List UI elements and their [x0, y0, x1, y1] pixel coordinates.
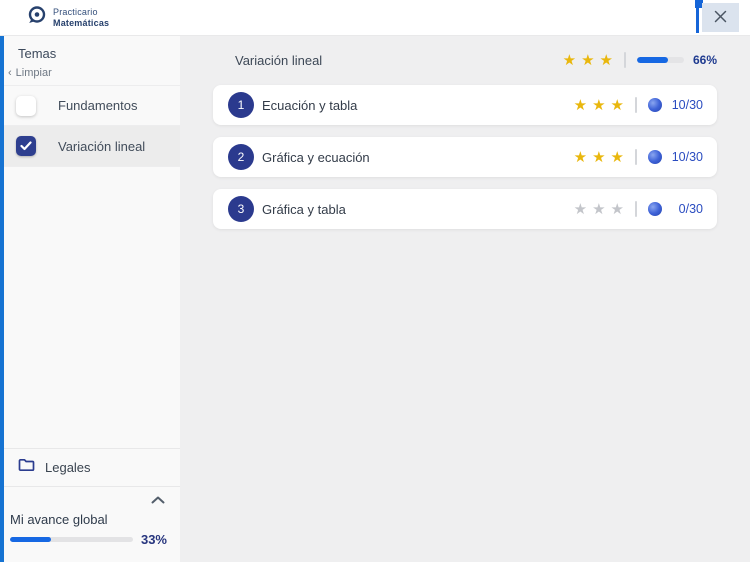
- star-icon: ★: [592, 98, 605, 113]
- lesson-card-grafica-y-tabla[interactable]: 3 Gráfica y tabla ★ ★ ★ 0/30: [213, 189, 717, 229]
- topic-label: Fundamentos: [58, 98, 138, 113]
- sidebar-item-fundamentos[interactable]: Fundamentos: [4, 85, 180, 126]
- clear-filters-label: Limpiar: [16, 67, 52, 79]
- coin-icon: [648, 202, 662, 216]
- variacion-lineal-checkbox[interactable]: [16, 136, 36, 156]
- lesson-card-grafica-y-ecuacion[interactable]: 2 Gráfica y ecuación ★ ★ ★ 10/30: [213, 137, 717, 177]
- sidebar-title: Temas: [18, 46, 56, 61]
- star-icon: ★: [611, 150, 624, 165]
- sidebar: Temas ‹ Limpiar Fundamentos Variación li…: [0, 36, 180, 562]
- global-progress-fill: [10, 537, 51, 542]
- lesson-stats: ★ ★ ★ 0/30: [574, 201, 703, 217]
- coin-icon: [648, 98, 662, 112]
- star-icon: ★: [574, 202, 587, 217]
- divider: [635, 201, 637, 217]
- topic-title: Variación lineal: [235, 53, 322, 68]
- sidebar-item-variacion-lineal[interactable]: Variación lineal: [4, 126, 180, 167]
- lesson-score: 10/30: [669, 98, 703, 112]
- divider: [635, 149, 637, 165]
- lesson-stars: ★ ★ ★: [574, 98, 624, 113]
- divider: [624, 52, 626, 68]
- topic-progress-track: [637, 57, 684, 63]
- lesson-title: Gráfica y tabla: [262, 202, 346, 217]
- star-icon: ★: [611, 98, 624, 113]
- lesson-stats: ★ ★ ★ 10/30: [574, 149, 703, 165]
- star-icon: ★: [592, 202, 605, 217]
- lesson-card-ecuacion-y-tabla[interactable]: 1 Ecuación y tabla ★ ★ ★ 10/30: [213, 85, 717, 125]
- lesson-title: Gráfica y ecuación: [262, 150, 370, 165]
- lesson-score: 10/30: [669, 150, 703, 164]
- star-icon: ★: [574, 98, 587, 113]
- practicario-logo-icon: [27, 5, 47, 30]
- coin-icon: [648, 150, 662, 164]
- star-icon: ★: [563, 53, 576, 68]
- brand-line-2: Matemáticas: [53, 18, 109, 28]
- lesson-number-badge: 2: [228, 144, 254, 170]
- topic-list: Fundamentos Variación lineal: [4, 85, 180, 167]
- chevron-left-icon: ‹: [8, 67, 12, 79]
- lesson-stars: ★ ★ ★: [574, 202, 624, 217]
- lesson-title: Ecuación y tabla: [262, 98, 357, 113]
- divider: [635, 97, 637, 113]
- lesson-number-badge: 3: [228, 196, 254, 222]
- topic-stars: ★ ★ ★: [563, 53, 613, 68]
- lesson-list: 1 Ecuación y tabla ★ ★ ★ 10/30 2 Gráfica…: [213, 85, 717, 241]
- sidebar-item-legales[interactable]: Legales: [4, 448, 180, 487]
- global-progress-percent: 33%: [141, 532, 167, 547]
- lesson-number-badge: 1: [228, 92, 254, 118]
- close-button[interactable]: [702, 3, 739, 32]
- lesson-stars: ★ ★ ★: [574, 150, 624, 165]
- main-content: Variación lineal ★ ★ ★ 66% 1 Ecuación y …: [180, 36, 750, 562]
- lesson-score: 0/30: [669, 202, 703, 216]
- lesson-stats: ★ ★ ★ 10/30: [574, 97, 703, 113]
- topic-header: Variación lineal ★ ★ ★ 66%: [213, 46, 717, 74]
- close-icon: [713, 9, 728, 27]
- clear-filters-button[interactable]: ‹ Limpiar: [8, 67, 52, 79]
- top-bar: Practicario Matemáticas: [0, 0, 750, 36]
- star-icon: ★: [592, 150, 605, 165]
- checkmark-icon: [20, 141, 32, 151]
- topic-progress-percent: 66%: [693, 53, 717, 67]
- global-progress-label: Mi avance global: [10, 512, 108, 527]
- global-progress: 33%: [10, 529, 167, 549]
- star-icon: ★: [611, 202, 624, 217]
- folder-icon: [18, 458, 35, 477]
- global-progress-track: [10, 537, 133, 542]
- topic-progress-fill: [637, 57, 668, 63]
- brand-name: Practicario Matemáticas: [53, 7, 109, 29]
- topic-label: Variación lineal: [58, 139, 145, 154]
- app-logo: Practicario Matemáticas: [27, 5, 109, 30]
- legales-label: Legales: [45, 460, 91, 475]
- collapse-panel-button[interactable]: [151, 491, 165, 509]
- chevron-up-icon: [151, 496, 165, 504]
- star-icon: ★: [581, 53, 594, 68]
- topic-summary: ★ ★ ★ 66%: [563, 52, 717, 68]
- star-icon: ★: [574, 150, 587, 165]
- star-icon: ★: [600, 53, 613, 68]
- fundamentos-checkbox[interactable]: [16, 96, 36, 116]
- brand-line-1: Practicario: [53, 7, 98, 17]
